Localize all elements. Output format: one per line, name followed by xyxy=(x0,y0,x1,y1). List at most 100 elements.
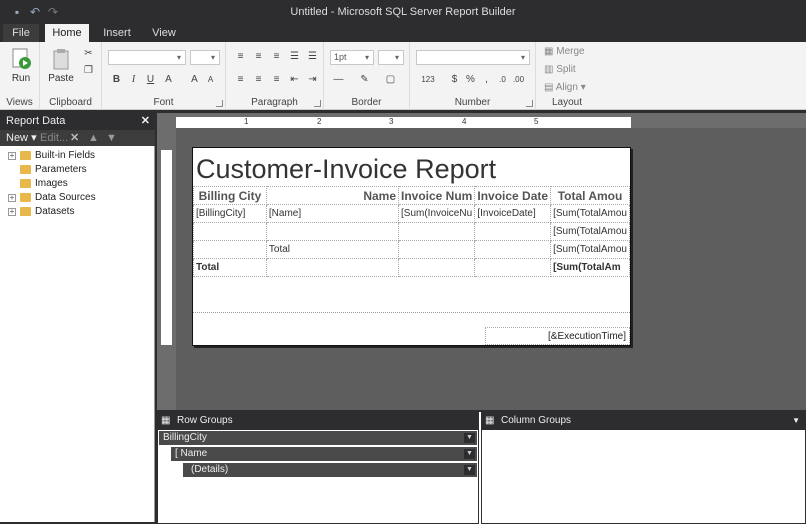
table-cell[interactable] xyxy=(474,240,552,259)
increase-indent-icon[interactable]: ⇥ xyxy=(306,73,319,86)
tree-item-data-sources[interactable]: + Data Sources xyxy=(0,191,155,205)
row-group-details[interactable]: (Details) ▼ xyxy=(183,463,477,477)
tab-view[interactable]: View xyxy=(142,24,186,42)
chevron-down-icon[interactable]: ▼ xyxy=(464,433,475,443)
header-name[interactable]: Name xyxy=(265,186,400,205)
table-cell[interactable] xyxy=(397,240,476,259)
number-format-dropdown[interactable]: ▾ xyxy=(416,50,530,65)
bullet-list-icon[interactable]: ☰ xyxy=(288,50,301,63)
copy-icon[interactable]: ❐ xyxy=(82,64,95,77)
table-cell[interactable]: [BillingCity] xyxy=(193,204,267,223)
grow-font-icon[interactable]: A xyxy=(188,73,201,86)
chevron-down-icon[interactable]: ▼ xyxy=(464,449,475,459)
design-surface[interactable]: 1 2 3 4 5 Customer-Invoice Report Billin… xyxy=(157,113,806,410)
expand-icon[interactable]: + xyxy=(8,194,16,202)
table-cell[interactable]: [Sum(TotalAmou xyxy=(550,204,630,223)
header-invoice-date[interactable]: Invoice Date xyxy=(474,186,552,205)
move-up-icon[interactable]: ▲ xyxy=(88,130,99,146)
align-button[interactable]: ▤ Align ▾ xyxy=(544,82,598,93)
expand-icon[interactable]: + xyxy=(8,152,16,160)
tree-item-datasets[interactable]: + Datasets xyxy=(0,205,155,219)
align-top-icon[interactable]: ≡ xyxy=(234,50,247,63)
align-icon: ▤ xyxy=(544,82,554,93)
bold-button[interactable]: B xyxy=(110,73,123,86)
paragraph-dialog-launcher[interactable] xyxy=(314,100,321,107)
align-right-icon[interactable]: ≡ xyxy=(270,73,283,86)
expand-icon[interactable]: + xyxy=(8,208,16,216)
tree-item-parameters[interactable]: Parameters xyxy=(0,163,155,177)
tree-item-images[interactable]: Images xyxy=(0,177,155,191)
comma-style-icon[interactable]: , xyxy=(480,73,493,86)
chevron-down-icon[interactable]: ▼ xyxy=(792,412,800,429)
line-style-icon[interactable]: — xyxy=(332,73,345,86)
tab-file[interactable]: File xyxy=(3,24,39,42)
table-cell[interactable]: [Sum(InvoiceNu xyxy=(397,204,476,223)
currency-button[interactable]: $ xyxy=(448,73,461,86)
cut-icon[interactable]: ✂ xyxy=(82,47,95,60)
table-cell[interactable] xyxy=(265,258,400,277)
table-cell[interactable] xyxy=(397,258,476,277)
move-down-icon[interactable]: ▼ xyxy=(106,130,117,146)
close-icon[interactable]: ✕ xyxy=(141,113,150,130)
align-center-icon[interactable]: ≡ xyxy=(252,73,265,86)
merge-button[interactable]: ▦ Merge xyxy=(544,46,598,57)
table-cell[interactable] xyxy=(474,258,552,277)
border-group-label: Border xyxy=(351,97,382,108)
tab-home[interactable]: Home xyxy=(45,24,89,43)
font-dialog-launcher[interactable] xyxy=(216,100,223,107)
shrink-font-icon[interactable]: A xyxy=(204,73,217,86)
ruler-mark: 2 xyxy=(317,117,322,126)
table-cell[interactable]: [InvoiceDate] xyxy=(474,204,552,223)
split-button[interactable]: ▥ Split xyxy=(544,64,598,75)
header-billing-city[interactable]: Billing City xyxy=(193,186,267,205)
row-group-billingcity[interactable]: BillingCity ▼ xyxy=(159,431,477,445)
report-page[interactable]: Customer-Invoice Report Billing City Nam… xyxy=(192,147,631,346)
edit-button[interactable]: Edit... xyxy=(40,130,68,146)
number-dialog-launcher[interactable] xyxy=(526,100,533,107)
table-cell[interactable] xyxy=(397,222,476,241)
delete-icon[interactable]: ✕ xyxy=(70,130,79,146)
header-invoice-num[interactable]: Invoice Num xyxy=(397,186,476,205)
align-left-icon[interactable]: ≡ xyxy=(234,73,247,86)
report-title[interactable]: Customer-Invoice Report xyxy=(196,154,496,185)
new-button[interactable]: New ▾ xyxy=(6,130,37,146)
font-size-dropdown[interactable]: ▾ xyxy=(190,50,220,65)
borders-icon[interactable]: ▢ xyxy=(384,73,397,86)
italic-button[interactable]: I xyxy=(127,73,140,86)
paste-button[interactable]: Paste xyxy=(46,48,76,84)
table-cell[interactable]: [Sum(TotalAmou xyxy=(550,240,630,259)
row-group-name[interactable]: [ Name ▼ xyxy=(171,447,477,461)
align-label: Align xyxy=(555,82,578,93)
font-family-dropdown[interactable]: ▾ xyxy=(108,50,186,65)
decrease-indent-icon[interactable]: ⇤ xyxy=(288,73,301,86)
table-cell[interactable] xyxy=(474,222,552,241)
align-middle-icon[interactable]: ≡ xyxy=(252,50,265,63)
font-color-icon[interactable]: A xyxy=(162,73,175,86)
table-cell[interactable] xyxy=(193,240,267,259)
chevron-down-icon[interactable]: ▼ xyxy=(464,465,475,475)
table-cell[interactable]: Total xyxy=(265,240,400,259)
tab-insert[interactable]: Insert xyxy=(95,24,139,42)
table-cell[interactable]: [Sum(TotalAm xyxy=(550,258,630,277)
table-cell[interactable]: [Name] xyxy=(265,204,400,223)
percent-button[interactable]: % xyxy=(464,73,477,86)
decrease-decimal-icon[interactable]: .00 xyxy=(512,73,525,86)
tablix[interactable]: Billing City Name Invoice Num Invoice Da… xyxy=(193,186,630,277)
execution-time-textbox[interactable]: [&ExecutionTime] xyxy=(485,327,630,345)
table-cell[interactable] xyxy=(265,222,400,241)
tree-item-built-in-fields[interactable]: + Built-in Fields xyxy=(0,149,155,163)
numbered-list-icon[interactable]: ☰ xyxy=(306,50,319,63)
table-cell[interactable]: [Sum(TotalAmou xyxy=(550,222,630,241)
border-color-icon[interactable]: ✎ xyxy=(358,73,371,86)
run-button[interactable]: Run xyxy=(6,48,36,84)
placeholder-styles-icon[interactable]: 123 xyxy=(418,73,438,86)
header-total-amount[interactable]: Total Amou xyxy=(550,186,630,205)
increase-decimal-icon[interactable]: .0 xyxy=(496,73,509,86)
table-cell[interactable] xyxy=(193,222,267,241)
border-style-dropdown[interactable]: ▾ xyxy=(378,50,404,65)
horizontal-ruler: 1 2 3 4 5 xyxy=(176,117,631,128)
underline-button[interactable]: U xyxy=(144,73,157,86)
table-cell[interactable]: Total xyxy=(193,258,267,277)
align-bottom-icon[interactable]: ≡ xyxy=(270,50,283,63)
border-size-dropdown[interactable]: 1pt ▾ xyxy=(330,50,374,65)
